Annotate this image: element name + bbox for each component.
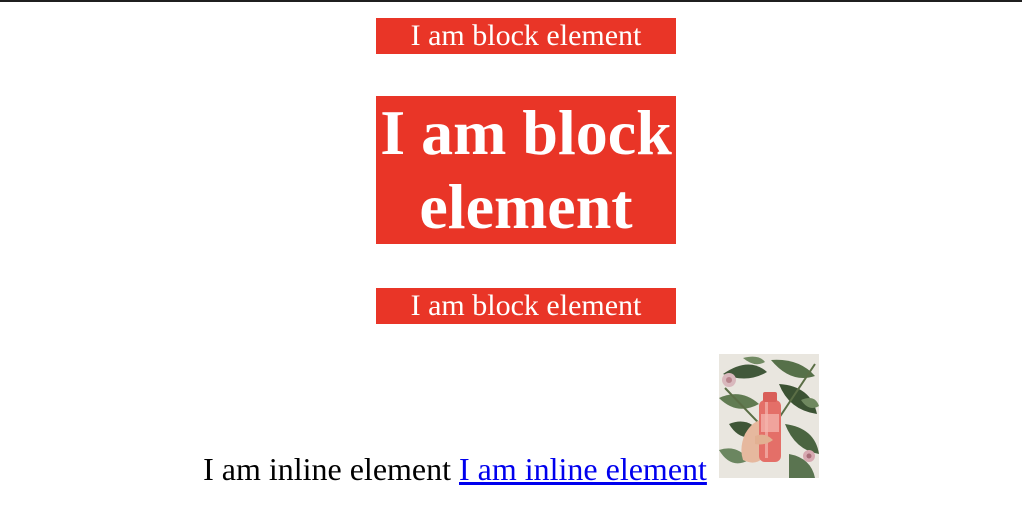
- block-element-2-heading: I am block element: [376, 96, 676, 244]
- inline-text: I am inline element: [203, 451, 451, 487]
- photo-bottle-with-leaves-icon: [718, 354, 819, 478]
- inline-elements-row: I am inline element I am inline element: [0, 354, 1022, 487]
- block-element-3: I am block element: [376, 288, 676, 324]
- block-element-1: I am block element: [376, 18, 676, 54]
- inline-image: [718, 354, 819, 478]
- top-border-line: [0, 0, 1022, 2]
- inline-link[interactable]: I am inline element: [459, 451, 707, 487]
